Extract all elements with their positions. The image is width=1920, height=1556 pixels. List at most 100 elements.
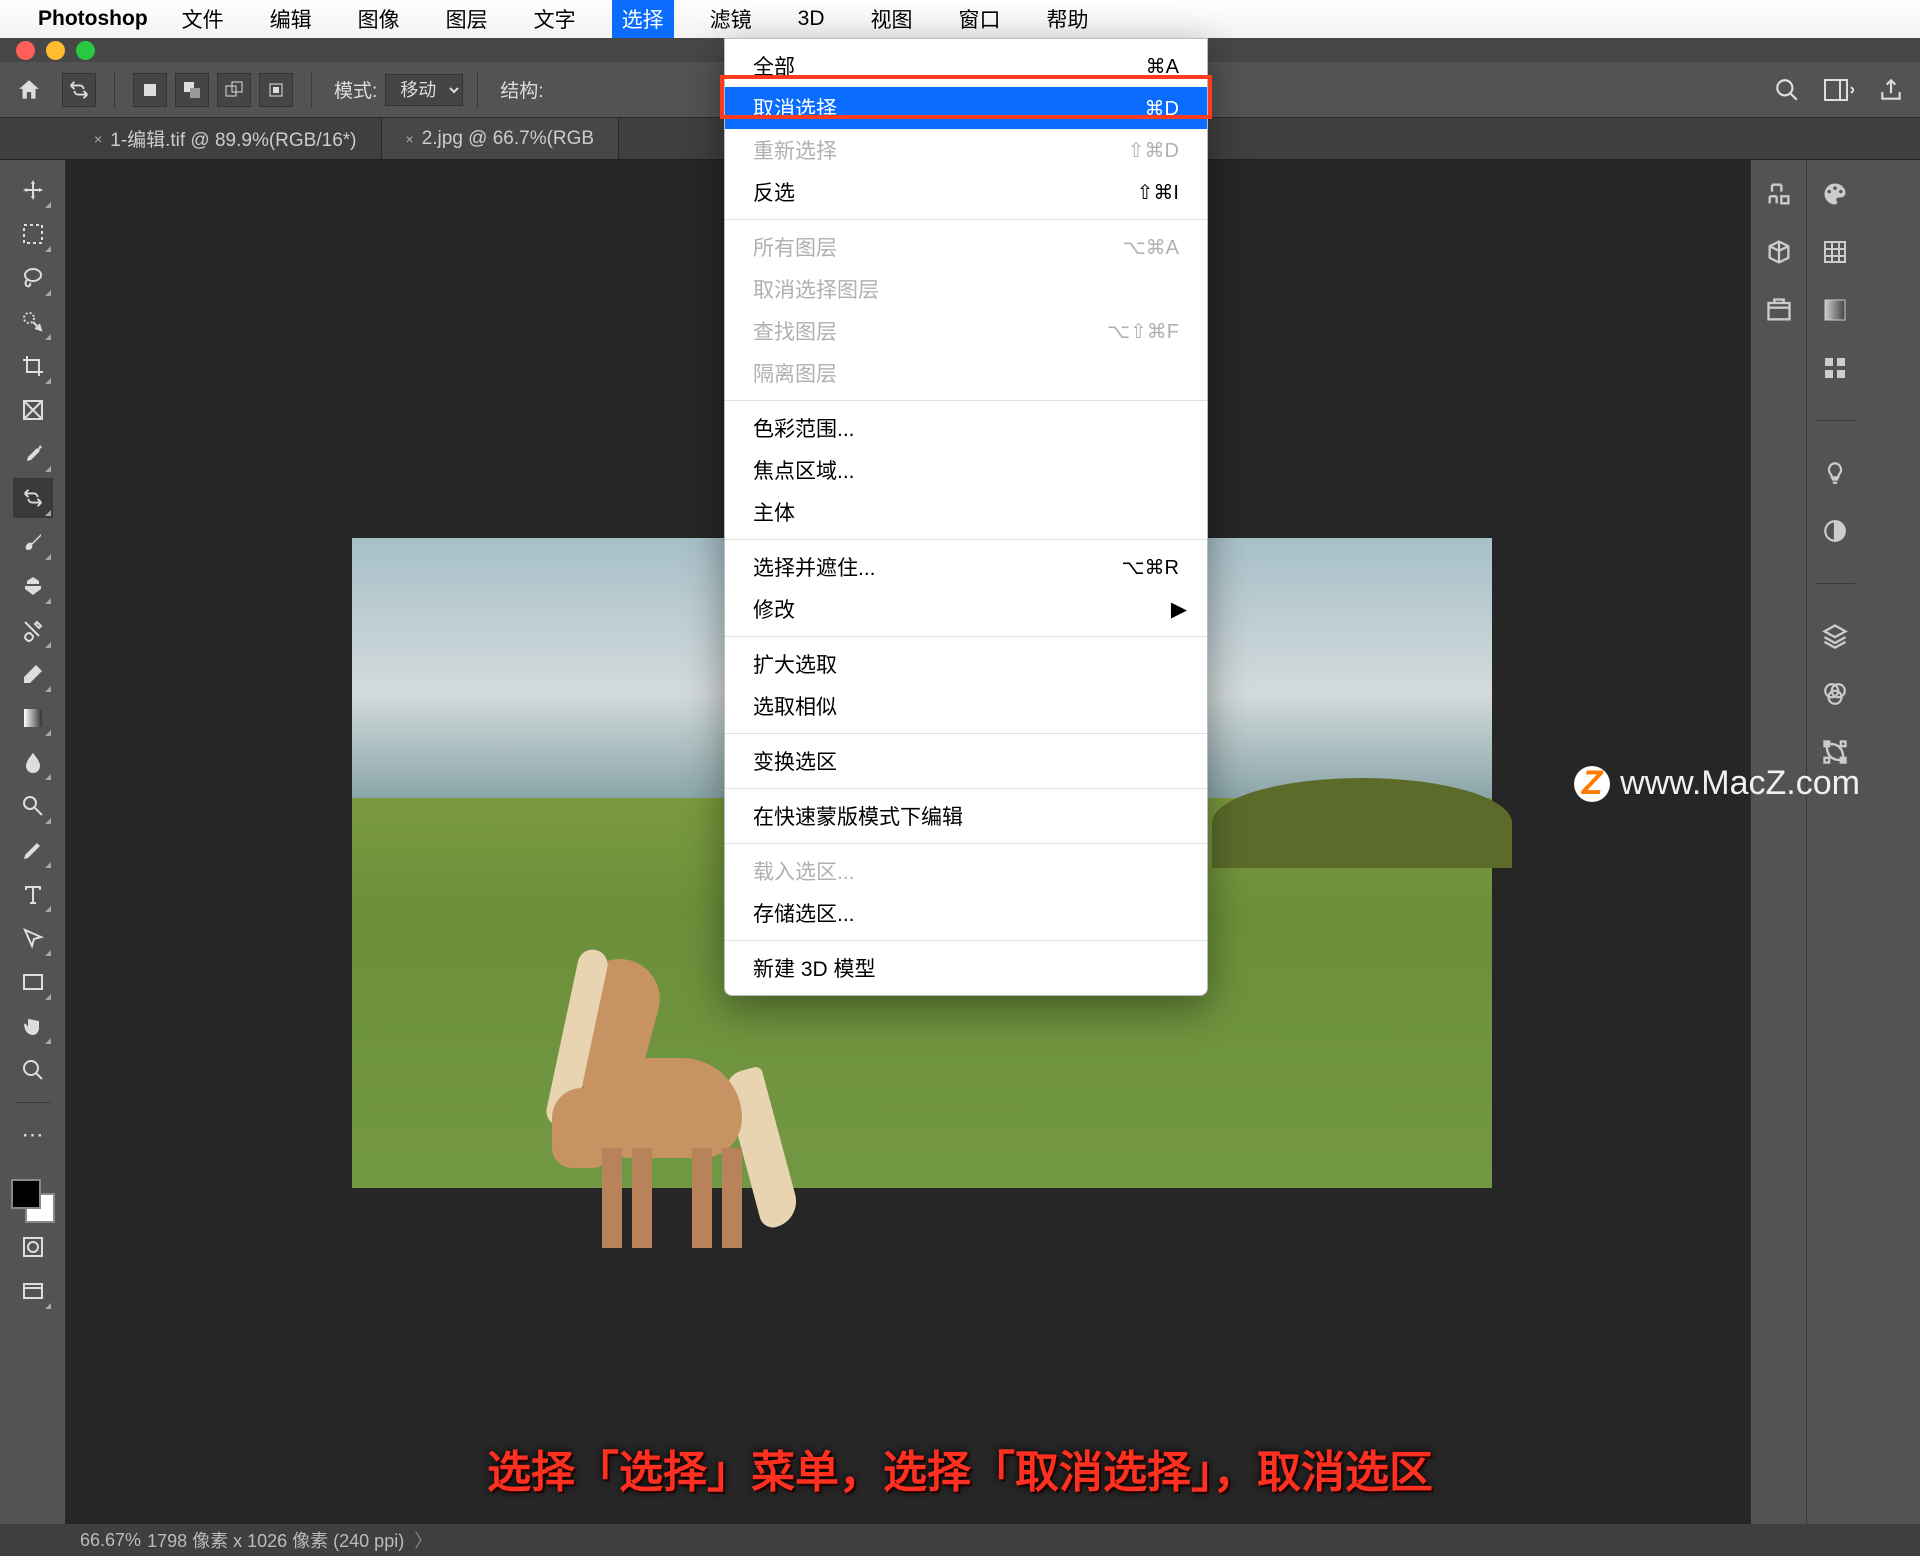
share-icon[interactable]	[1874, 73, 1908, 107]
menu-item[interactable]: 新建 3D 模型	[725, 947, 1207, 989]
screen-mode-icon[interactable]	[13, 1271, 53, 1311]
tab-label: 2.jpg @ 66.7%(RGB	[422, 128, 594, 150]
menu-item[interactable]: 变换选区	[725, 740, 1207, 782]
opt-icon-2[interactable]	[175, 73, 209, 107]
menu-help[interactable]: 帮助	[1037, 0, 1099, 38]
menu-3d[interactable]: 3D	[788, 3, 835, 35]
history-brush-tool[interactable]	[13, 610, 53, 650]
remix-tool-icon[interactable]	[62, 73, 96, 107]
menu-item: 所有图层⌥⌘A	[725, 226, 1207, 268]
tab-close-icon[interactable]: ×	[94, 131, 102, 147]
menu-item[interactable]: 选取相似	[725, 685, 1207, 727]
brush-tool[interactable]	[13, 522, 53, 562]
doc-tab-1[interactable]: ×1-编辑.tif @ 89.9%(RGB/16*)	[70, 118, 382, 159]
menu-item: 重新选择⇧⌘D	[725, 129, 1207, 171]
menu-item[interactable]: 取消选择⌘D	[725, 87, 1207, 129]
edit-toolbar-icon[interactable]: ⋯	[13, 1115, 53, 1155]
gradients-panel-icon[interactable]	[1817, 292, 1853, 328]
right-panels	[1750, 160, 1920, 1524]
menu-item[interactable]: 扩大选取	[725, 643, 1207, 685]
eraser-tool[interactable]	[13, 654, 53, 694]
watermark-text: www.MacZ.com	[1620, 764, 1860, 803]
menu-item[interactable]: 选择并遮住...⌥⌘R	[725, 546, 1207, 588]
path-select-tool[interactable]	[13, 918, 53, 958]
patterns-panel-icon[interactable]	[1817, 350, 1853, 386]
menu-image[interactable]: 图像	[348, 0, 410, 38]
menu-item-label: 隔离图层	[753, 358, 837, 388]
doc-tab-2[interactable]: × 2.jpg @ 66.7%(RGB	[382, 118, 620, 159]
fg-color-swatch[interactable]	[11, 1179, 41, 1209]
swatches-panel-icon[interactable]	[1817, 234, 1853, 270]
menu-shortcut: ⌥⇧⌘F	[1107, 319, 1179, 344]
menu-edit[interactable]: 编辑	[260, 0, 322, 38]
workspace-switcher-icon[interactable]	[1822, 73, 1856, 107]
menu-item[interactable]: 修改▶	[725, 588, 1207, 630]
tab-close-icon[interactable]: ×	[406, 131, 414, 147]
menu-separator	[725, 733, 1207, 734]
adjustments-circle-icon[interactable]	[1817, 513, 1853, 549]
color-panel-icon[interactable]	[1817, 176, 1853, 212]
color-swatches[interactable]	[11, 1179, 55, 1223]
move-tool[interactable]	[13, 170, 53, 210]
menu-select[interactable]: 选择	[612, 0, 674, 38]
rectangle-tool[interactable]	[13, 962, 53, 1002]
zoom-level[interactable]: 66.67%	[80, 1530, 141, 1551]
menu-layer[interactable]: 图层	[436, 0, 498, 38]
opt-icon-3[interactable]	[217, 73, 251, 107]
content-aware-move-tool[interactable]	[13, 478, 53, 518]
menu-item[interactable]: 主体	[725, 491, 1207, 533]
frame-tool[interactable]	[13, 390, 53, 430]
menu-view[interactable]: 视图	[861, 0, 923, 38]
clone-stamp-tool[interactable]	[13, 566, 53, 606]
type-tool[interactable]	[13, 874, 53, 914]
3d-panel-icon[interactable]	[1761, 234, 1797, 270]
menu-window[interactable]: 窗口	[949, 0, 1011, 38]
menu-item[interactable]: 全部⌘A	[725, 45, 1207, 87]
doc-dims[interactable]: 1798 像素 x 1026 像素 (240 ppi)	[147, 1527, 404, 1553]
adjustments-bulb-icon[interactable]	[1817, 455, 1853, 491]
menu-item[interactable]: 在快速蒙版模式下编辑	[725, 795, 1207, 837]
hand-tool[interactable]	[13, 1006, 53, 1046]
gradient-tool[interactable]	[13, 698, 53, 738]
channels-panel-icon[interactable]	[1817, 676, 1853, 712]
crop-tool[interactable]	[13, 346, 53, 386]
close-window-button[interactable]	[16, 41, 35, 60]
zoom-window-button[interactable]	[76, 41, 95, 60]
menu-item-label: 变换选区	[753, 746, 837, 776]
properties-panel-icon[interactable]	[1761, 176, 1797, 212]
menu-item-label: 全部	[753, 51, 795, 81]
minimize-window-button[interactable]	[46, 41, 65, 60]
menu-shortcut: ⌥⌘R	[1122, 555, 1180, 580]
menu-item[interactable]: 色彩范围...	[725, 407, 1207, 449]
menu-item-label: 重新选择	[753, 135, 837, 165]
menu-item[interactable]: 存储选区...	[725, 892, 1207, 934]
zoom-tool[interactable]	[13, 1050, 53, 1090]
menu-separator	[725, 539, 1207, 540]
menu-file[interactable]: 文件	[172, 0, 234, 38]
menu-item[interactable]: 焦点区域...	[725, 449, 1207, 491]
menu-separator	[725, 219, 1207, 220]
mode-select[interactable]: 移动	[385, 74, 463, 106]
layers-panel-icon[interactable]	[1817, 618, 1853, 654]
menu-filter[interactable]: 滤镜	[700, 0, 762, 38]
eyedropper-tool[interactable]	[13, 434, 53, 474]
opt-icon-4[interactable]	[259, 73, 293, 107]
quick-select-tool[interactable]	[13, 302, 53, 342]
marquee-tool[interactable]	[13, 214, 53, 254]
select-menu-dropdown: 全部⌘A取消选择⌘D重新选择⇧⌘D反选⇧⌘I所有图层⌥⌘A取消选择图层查找图层⌥…	[724, 38, 1208, 996]
app-name[interactable]: Photoshop	[38, 7, 148, 31]
pen-tool[interactable]	[13, 830, 53, 870]
menu-item-label: 所有图层	[753, 232, 837, 262]
opt-icon-1[interactable]	[133, 73, 167, 107]
status-chevron-icon[interactable]: 〉	[414, 1527, 432, 1553]
libraries-panel-icon[interactable]	[1761, 292, 1797, 328]
menu-type[interactable]: 文字	[524, 0, 586, 38]
lasso-tool[interactable]	[13, 258, 53, 298]
menu-item[interactable]: 反选⇧⌘I	[725, 171, 1207, 213]
blur-tool[interactable]	[13, 742, 53, 782]
quick-mask-icon[interactable]	[13, 1227, 53, 1267]
submenu-arrow-icon: ▶	[1171, 597, 1187, 622]
home-button[interactable]	[12, 73, 46, 107]
search-icon[interactable]	[1770, 73, 1804, 107]
dodge-tool[interactable]	[13, 786, 53, 826]
